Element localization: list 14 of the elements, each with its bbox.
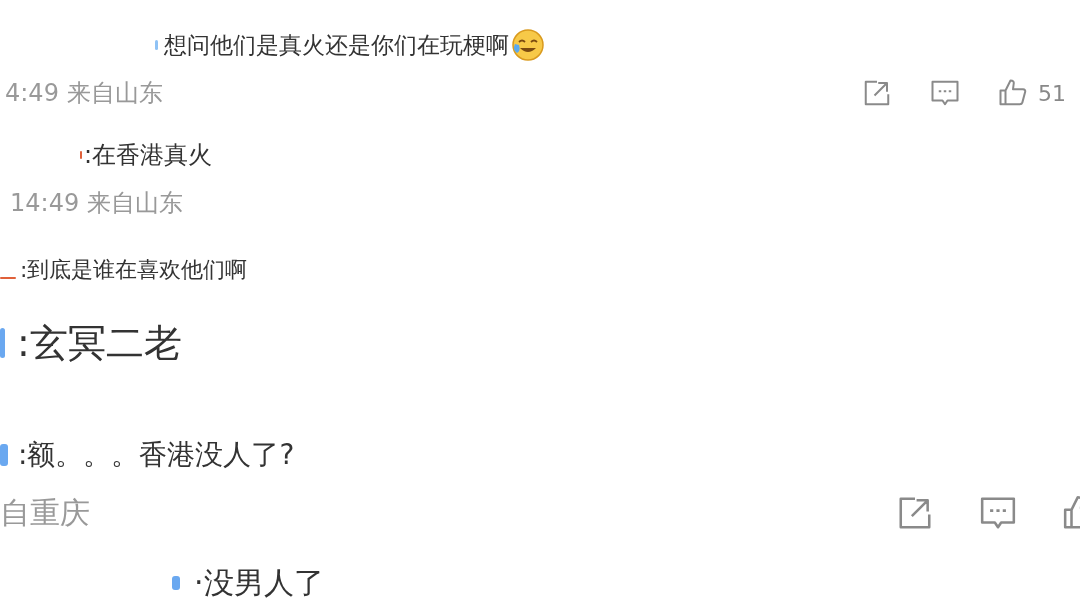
comment-meta: 14:49 来自山东 [10, 188, 183, 219]
comment-text: :玄冥二老 [17, 319, 182, 367]
thumbs-up-icon[interactable] [998, 78, 1028, 108]
comment-text: ·没男人了 [194, 563, 324, 602]
comment-text: :到底是谁在喜欢他们啊 [20, 256, 248, 284]
comment-meta: 4:49 来自山东 [5, 78, 163, 109]
comment-text: 想问他们是真火还是你们在玩梗啊 [164, 30, 509, 60]
comment-text: :在香港真火 [84, 140, 213, 171]
comment-icon[interactable] [930, 78, 960, 108]
like-count: 51 [1038, 80, 1066, 106]
comment-meta: 自重庆 [0, 493, 90, 532]
share-icon[interactable] [896, 494, 934, 532]
share-icon[interactable] [862, 78, 892, 108]
comment-text: :额。。。香港没人了? [18, 437, 295, 473]
